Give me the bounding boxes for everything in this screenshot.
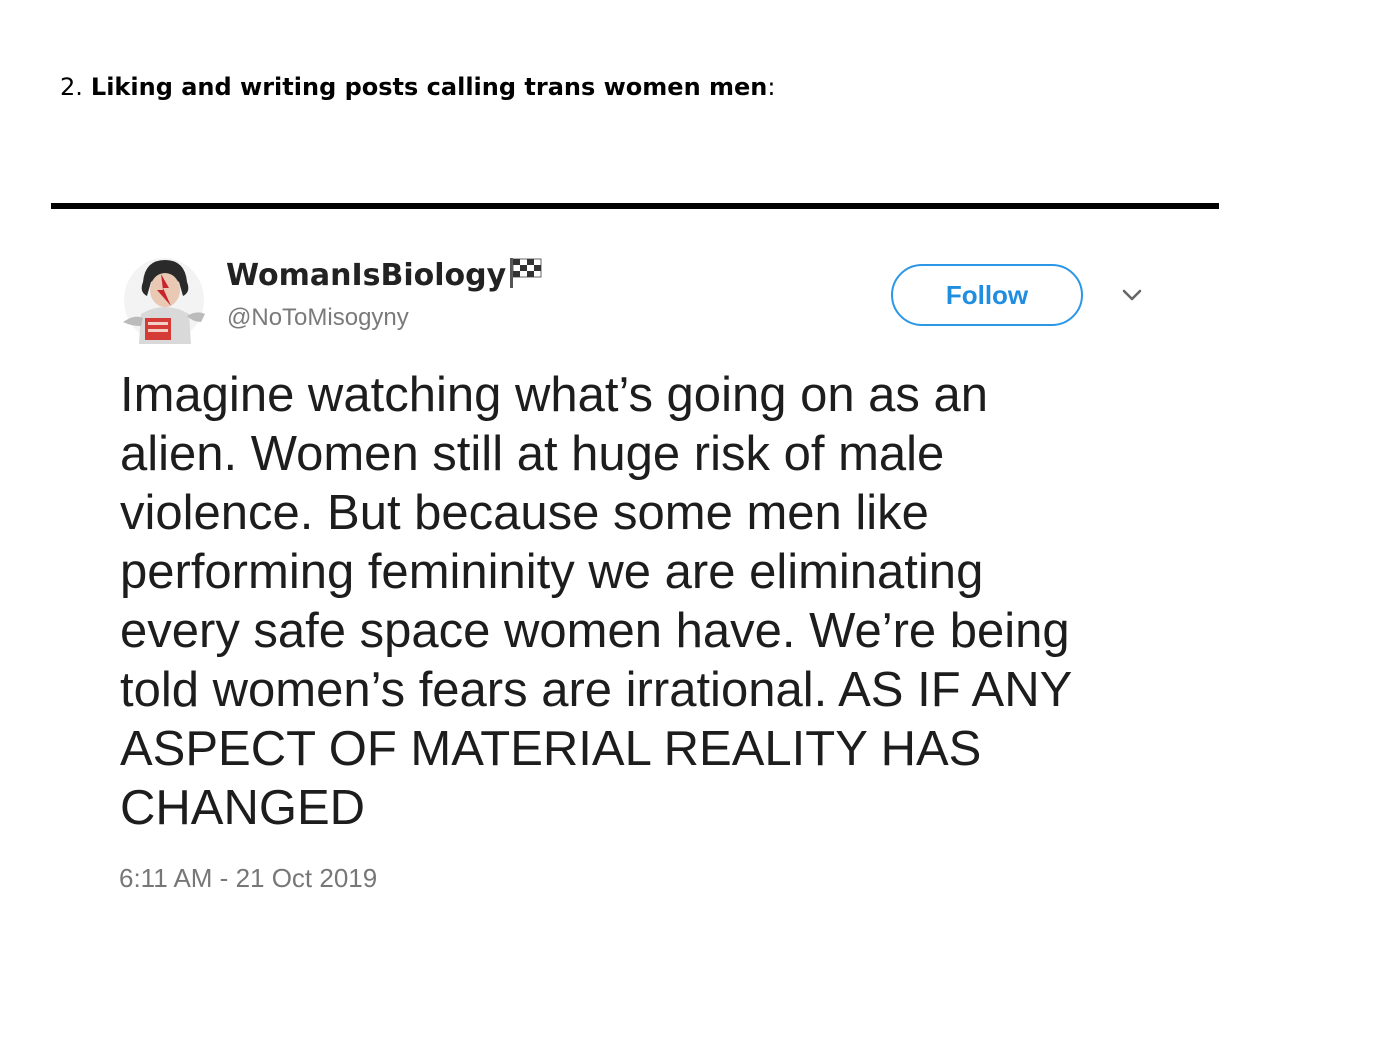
tweet-text-line: told women’s fears are irrational. AS IF…	[120, 663, 1073, 717]
follow-button[interactable]: Follow	[891, 264, 1083, 326]
tweet-text-line: alien. Women still at huge risk of male	[120, 427, 945, 481]
tweet-text-line: every safe space women have. We’re being	[120, 604, 1070, 658]
author-display-name[interactable]: WomanIsBiology	[226, 256, 506, 296]
section-heading: 2. Liking and writing posts calling trans…	[60, 70, 775, 104]
tweet-text-line: performing femininity we are eliminating	[120, 545, 984, 599]
tweet-text-line: CHANGED	[120, 781, 366, 835]
tweet-text-line: Imagine watching what’s going on as an	[120, 368, 989, 422]
checkered-flag-icon	[510, 258, 542, 288]
chevron-down-icon[interactable]	[1118, 285, 1146, 305]
tweet-text-line: violence. But because some men like	[120, 486, 929, 540]
section-title: Liking and writing posts calling trans w…	[90, 73, 768, 101]
tweet-text: Imagine watching what’s going on as an a…	[120, 366, 1130, 838]
tweet-text-line: ASPECT OF MATERIAL REALITY HAS	[120, 722, 982, 776]
avatar[interactable]	[121, 252, 207, 344]
section-number: 2.	[60, 73, 83, 101]
tweet-timestamp[interactable]: 6:11 AM - 21 Oct 2019	[119, 860, 377, 896]
section-title-suffix: :	[767, 73, 776, 101]
horizontal-rule	[51, 203, 1219, 209]
author-handle[interactable]: @NoToMisogyny	[227, 302, 409, 334]
